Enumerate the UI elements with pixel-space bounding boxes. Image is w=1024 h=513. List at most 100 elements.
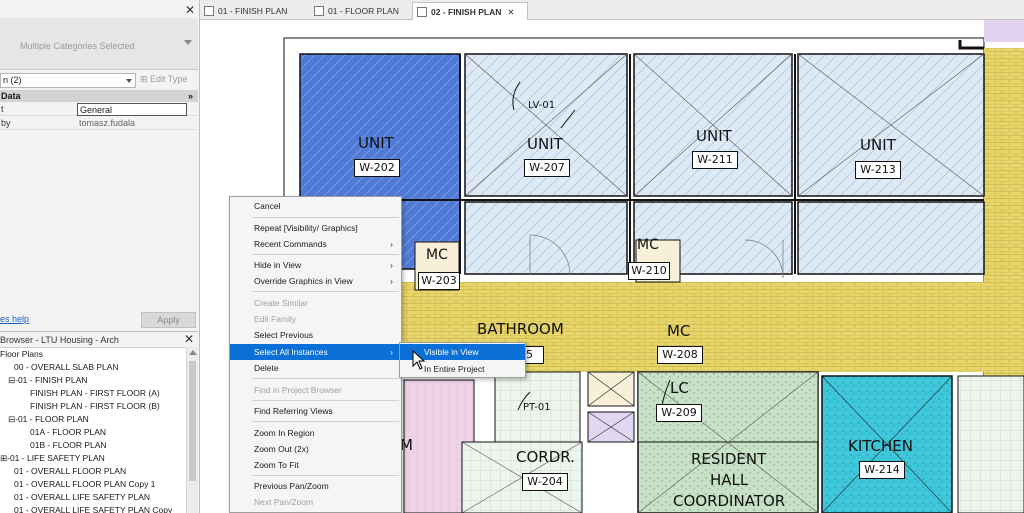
- context-menu: Cancel Repeat [Visibility/ Graphics] Rec…: [229, 196, 402, 513]
- menu-item-delete[interactable]: Delete: [230, 360, 401, 376]
- room-name-mc: MC: [667, 322, 691, 340]
- tree-item[interactable]: 01 - OVERALL LIFE SAFETY PLAN Copy: [14, 504, 172, 513]
- room-tag-w202[interactable]: W-202: [354, 159, 400, 177]
- room-name-mc: MC: [637, 237, 659, 253]
- menu-separator: [252, 291, 399, 292]
- menu-item-cancel[interactable]: Cancel: [230, 198, 401, 214]
- instance-filter-select[interactable]: n (2): [0, 73, 136, 88]
- menu-separator: [252, 475, 399, 476]
- properties-empty-area: [0, 132, 198, 310]
- room-tag-w213[interactable]: W-213: [855, 161, 901, 179]
- tree-item[interactable]: 01A - FLOOR PLAN: [30, 426, 106, 439]
- room-name-lc: LC: [670, 379, 689, 397]
- tab-02-finish-plan[interactable]: 02 - FINISH PLAN ✕: [412, 2, 528, 21]
- section-title: Data: [1, 91, 21, 101]
- apply-button[interactable]: Apply: [141, 312, 196, 328]
- menu-item-zoom-out[interactable]: Zoom Out (2x): [230, 441, 401, 457]
- room-name-unit: UNIT: [358, 134, 394, 152]
- chevron-down-icon: [126, 79, 132, 83]
- plan-view-icon: [204, 6, 214, 16]
- tree-item[interactable]: 01 - OVERALL FLOOR PLAN: [14, 465, 126, 478]
- room-tag-w214[interactable]: W-214: [859, 461, 905, 479]
- tab-01-floor-plan[interactable]: 01 - FLOOR PLAN: [310, 2, 412, 20]
- room-tag-w207[interactable]: W-207: [524, 159, 570, 177]
- tree-item[interactable]: FINISH PLAN - FIRST FLOOR (B): [30, 400, 160, 413]
- menu-item-zoom-to-fit[interactable]: Zoom To Fit: [230, 457, 401, 473]
- edit-type-icon: ⊞: [140, 74, 151, 84]
- menu-item-hide-in-view[interactable]: Hide in View ›: [230, 257, 401, 273]
- menu-item-next-pan-zoom[interactable]: Next Pan/Zoom: [230, 494, 401, 510]
- room-name-bathroom: BATHROOM: [477, 320, 564, 338]
- room-name-unit: UNIT: [860, 136, 896, 154]
- scrollbar-thumb[interactable]: [189, 361, 196, 481]
- finish-tag-pt01: PT-01: [523, 402, 551, 413]
- edit-type-button[interactable]: ⊞ Edit Type: [140, 74, 187, 85]
- collapse-chevron-icon[interactable]: »: [188, 90, 193, 102]
- properties-section-header[interactable]: Data »: [0, 90, 198, 102]
- tree-item[interactable]: 01 - OVERALL LIFE SAFETY PLAN: [14, 491, 150, 504]
- room-tag-w210[interactable]: W-210: [628, 262, 670, 280]
- menu-item-select-previous[interactable]: Select Previous: [230, 327, 401, 343]
- tree-item[interactable]: FINISH PLAN - FIRST FLOOR (A): [30, 387, 160, 400]
- panel-divider: [0, 331, 198, 332]
- property-key: t: [1, 104, 4, 114]
- room-name-mc: MC: [426, 247, 448, 263]
- project-browser-tree: Floor Plans 00 - OVERALL SLAB PLAN ⊟-01 …: [0, 347, 186, 513]
- tree-item[interactable]: ⊟-01 - FLOOR PLAN: [8, 413, 89, 426]
- room-name-resident: RESIDENT: [691, 450, 767, 468]
- room-name-cordr: CORDR.: [516, 448, 575, 466]
- menu-separator: [252, 378, 399, 379]
- close-browser-icon[interactable]: ✕: [184, 333, 194, 345]
- menu-item-select-all-instances[interactable]: Select All Instances ›: [230, 344, 401, 360]
- menu-item-zoom-in-region[interactable]: Zoom In Region: [230, 425, 401, 441]
- instance-filter-value: n (2): [3, 75, 22, 85]
- room-tag-w209[interactable]: W-209: [656, 404, 702, 422]
- project-browser-header: Browser - LTU Housing - Arch ✕: [0, 333, 198, 346]
- plan-view-icon: [417, 7, 427, 17]
- room-name-unit: UNIT: [696, 127, 732, 145]
- tree-item[interactable]: 00 - OVERALL SLAB PLAN: [14, 361, 119, 374]
- menu-separator: [252, 400, 399, 401]
- tree-item-floor-plans[interactable]: Floor Plans: [0, 348, 43, 361]
- scroll-up-icon[interactable]: [189, 350, 197, 355]
- type-selector[interactable]: Multiple Categories Selected: [0, 18, 198, 70]
- tree-item[interactable]: 01B - FLOOR PLAN: [30, 439, 107, 452]
- room-tag-w211[interactable]: W-211: [692, 151, 738, 169]
- type-selector-label: Multiple Categories Selected: [20, 41, 135, 51]
- property-row: t General: [0, 103, 198, 116]
- room-tag-w203[interactable]: W-203: [418, 272, 460, 290]
- finish-tag-lv01: LV-01: [528, 100, 556, 111]
- close-tab-icon[interactable]: ✕: [507, 7, 514, 17]
- submenu-arrow-icon: ›: [390, 239, 393, 249]
- project-browser-title: Browser - LTU Housing - Arch: [0, 335, 119, 345]
- plan-view-icon: [314, 6, 324, 16]
- view-tab-bar: 01 - FINISH PLAN 01 - FLOOR PLAN 02 - FI…: [200, 0, 1024, 21]
- room-tag-w204[interactable]: W-204: [522, 473, 568, 491]
- mouse-cursor-icon: [412, 350, 426, 370]
- menu-item-find-in-browser[interactable]: Find in Project Browser: [230, 382, 401, 398]
- property-key: by: [1, 118, 11, 128]
- submenu-arrow-icon: ›: [390, 276, 393, 286]
- menu-item-recent-commands[interactable]: Recent Commands ›: [230, 236, 401, 252]
- tree-scrollbar[interactable]: [186, 347, 198, 513]
- menu-item-repeat[interactable]: Repeat [Visibility/ Graphics]: [230, 220, 401, 236]
- menu-separator: [252, 217, 399, 218]
- menu-item-find-referring-views[interactable]: Find Referring Views: [230, 403, 401, 419]
- property-value-input[interactable]: General: [77, 103, 187, 116]
- menu-item-create-similar[interactable]: Create Similar: [230, 295, 401, 311]
- close-properties-icon[interactable]: ✕: [185, 3, 195, 17]
- menu-item-edit-family[interactable]: Edit Family: [230, 311, 401, 327]
- dropdown-arrow-icon[interactable]: [184, 40, 192, 45]
- tab-01-finish-plan[interactable]: 01 - FINISH PLAN: [200, 2, 310, 20]
- room-tag-w208[interactable]: W-208: [657, 346, 703, 364]
- menu-separator: [252, 254, 399, 255]
- tree-item[interactable]: ⊟-01 - FINISH PLAN: [8, 374, 87, 387]
- property-row: by tomasz.fudala: [0, 117, 198, 130]
- tree-item[interactable]: ⊞-01 - LIFE SAFETY PLAN: [0, 452, 105, 465]
- tree-item[interactable]: 01 - OVERALL FLOOR PLAN Copy 1: [14, 478, 155, 491]
- properties-help-link[interactable]: es help: [0, 314, 29, 324]
- menu-item-override-graphics[interactable]: Override Graphics in View ›: [230, 273, 401, 289]
- menu-item-previous-pan-zoom[interactable]: Previous Pan/Zoom: [230, 478, 401, 494]
- submenu-arrow-icon: ›: [390, 260, 393, 270]
- instance-filter-row: n (2) ⊞ Edit Type: [0, 73, 200, 88]
